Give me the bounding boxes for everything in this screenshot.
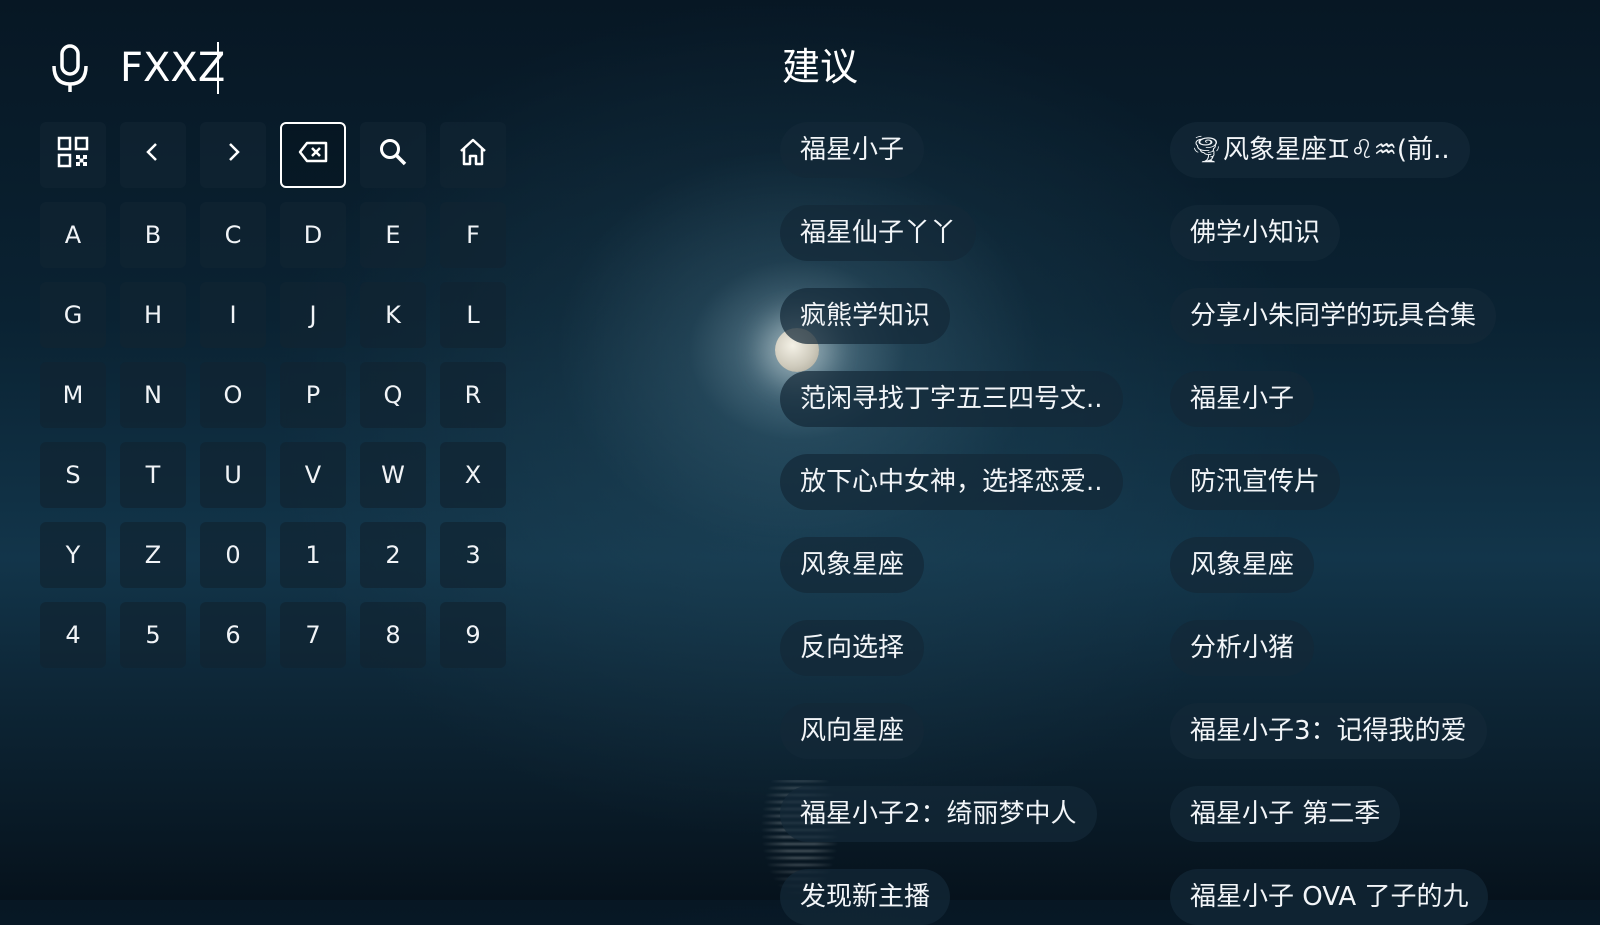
- suggestion-chip[interactable]: 福星小子: [1170, 371, 1315, 427]
- chevron-right-icon: [217, 136, 249, 174]
- suggestion-chip[interactable]: 🌪风象星座♊♌♒(前..: [1170, 122, 1470, 178]
- key-x[interactable]: X: [440, 442, 506, 508]
- cursor-left-button[interactable]: [120, 122, 186, 188]
- key-q[interactable]: Q: [360, 362, 426, 428]
- search-button[interactable]: [360, 122, 426, 188]
- key-e[interactable]: E: [360, 202, 426, 268]
- suggestion-chip[interactable]: 福星仙子丫丫: [780, 205, 977, 261]
- text-cursor: [217, 42, 219, 94]
- cursor-right-button[interactable]: [200, 122, 266, 188]
- key-b[interactable]: B: [120, 202, 186, 268]
- key-v[interactable]: V: [280, 442, 346, 508]
- suggestion-chip[interactable]: 分享小朱同学的玩具合集: [1170, 288, 1497, 344]
- key-f[interactable]: F: [440, 202, 506, 268]
- suggestion-chip[interactable]: 范闲寻找丁字五三四号文..: [780, 371, 1123, 427]
- chevron-left-icon: [137, 136, 169, 174]
- key-0[interactable]: 0: [200, 522, 266, 588]
- key-6[interactable]: 6: [200, 602, 266, 668]
- key-l[interactable]: L: [440, 282, 506, 348]
- backspace-icon: [297, 136, 329, 174]
- key-c[interactable]: C: [200, 202, 266, 268]
- key-8[interactable]: 8: [360, 602, 426, 668]
- key-o[interactable]: O: [200, 362, 266, 428]
- key-z[interactable]: Z: [120, 522, 186, 588]
- key-9[interactable]: 9: [440, 602, 506, 668]
- suggestion-chip[interactable]: 福星小子 OVA 了子的九: [1170, 869, 1489, 925]
- suggestion-chip[interactable]: 福星小子 第二季: [1170, 786, 1401, 842]
- key-7[interactable]: 7: [280, 602, 346, 668]
- key-t[interactable]: T: [120, 442, 186, 508]
- key-m[interactable]: M: [40, 362, 106, 428]
- suggestion-chip[interactable]: 反向选择: [780, 620, 925, 676]
- backspace-button[interactable]: [280, 122, 346, 188]
- qr-code-icon: [57, 136, 89, 174]
- search-icon: [377, 136, 409, 174]
- key-u[interactable]: U: [200, 442, 266, 508]
- key-2[interactable]: 2: [360, 522, 426, 588]
- suggestion-chip[interactable]: 福星小子3：记得我的爱: [1170, 703, 1487, 759]
- suggestion-chip[interactable]: 放下心中女神，选择恋爱..: [780, 454, 1123, 510]
- key-h[interactable]: H: [120, 282, 186, 348]
- suggestion-chip[interactable]: 福星小子: [780, 122, 925, 178]
- key-d[interactable]: D: [280, 202, 346, 268]
- key-5[interactable]: 5: [120, 602, 186, 668]
- key-k[interactable]: K: [360, 282, 426, 348]
- home-icon: [457, 136, 489, 174]
- key-r[interactable]: R: [440, 362, 506, 428]
- key-i[interactable]: I: [200, 282, 266, 348]
- suggestion-chip[interactable]: 风象星座: [1170, 537, 1315, 593]
- microphone-icon[interactable]: [48, 44, 92, 92]
- key-4[interactable]: 4: [40, 602, 106, 668]
- suggestion-chip[interactable]: 福星小子2：绮丽梦中人: [780, 786, 1097, 842]
- suggestion-chip[interactable]: 疯熊学知识: [780, 288, 951, 344]
- suggestion-chip[interactable]: 分析小猪: [1170, 620, 1315, 676]
- suggestion-chip[interactable]: 风象星座: [780, 537, 925, 593]
- home-button[interactable]: [440, 122, 506, 188]
- key-1[interactable]: 1: [280, 522, 346, 588]
- suggestion-chip[interactable]: 风向星座: [780, 703, 925, 759]
- suggestion-chip[interactable]: 防汛宣传片: [1170, 454, 1341, 510]
- key-g[interactable]: G: [40, 282, 106, 348]
- key-p[interactable]: P: [280, 362, 346, 428]
- key-w[interactable]: W: [360, 442, 426, 508]
- key-y[interactable]: Y: [40, 522, 106, 588]
- suggestion-chip[interactable]: 发现新主播: [780, 869, 951, 925]
- suggestions-heading: 建议: [782, 45, 859, 89]
- key-n[interactable]: N: [120, 362, 186, 428]
- qr-code-button[interactable]: [40, 122, 106, 188]
- suggestion-chip[interactable]: 佛学小知识: [1170, 205, 1341, 261]
- search-query-text[interactable]: FXXZ: [120, 40, 225, 96]
- key-3[interactable]: 3: [440, 522, 506, 588]
- key-a[interactable]: A: [40, 202, 106, 268]
- key-s[interactable]: S: [40, 442, 106, 508]
- key-j[interactable]: J: [280, 282, 346, 348]
